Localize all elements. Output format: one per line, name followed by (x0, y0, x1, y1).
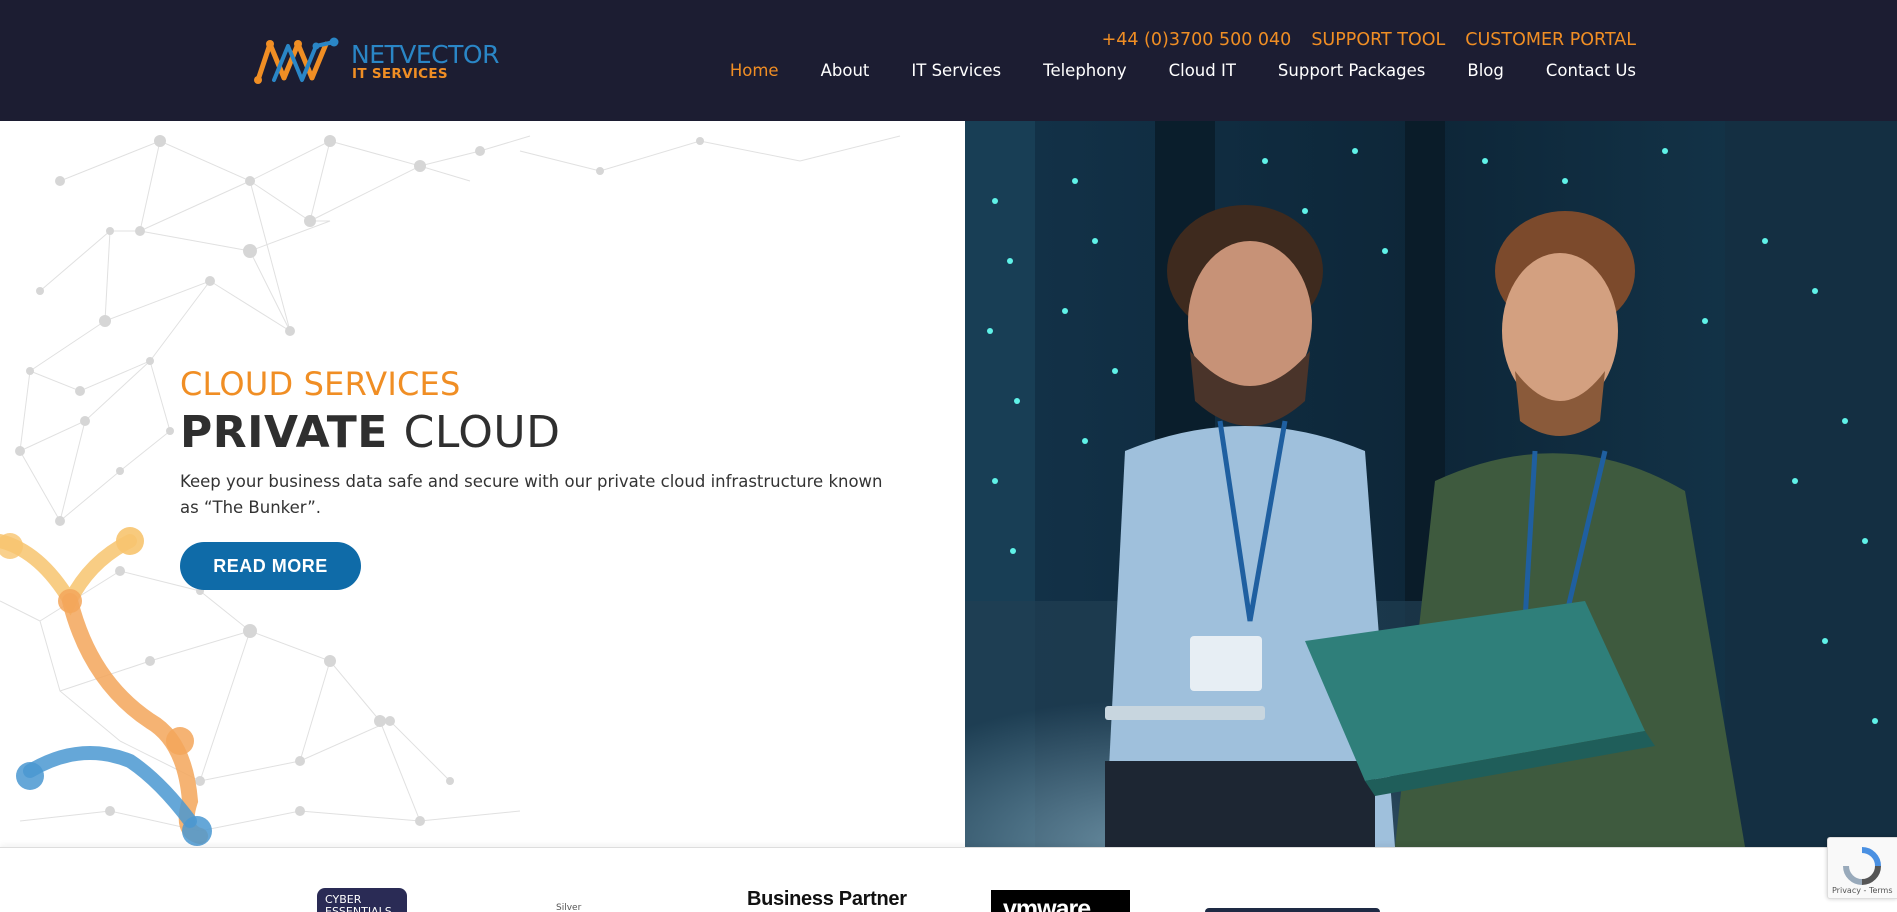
recaptcha-badge[interactable]: Privacy - Terms (1827, 837, 1897, 899)
nav-item-home[interactable]: Home (730, 61, 779, 80)
recaptcha-terms[interactable]: Privacy - Terms (1832, 886, 1893, 895)
read-more-button[interactable]: READ MORE (180, 542, 361, 590)
nav-item-about[interactable]: About (821, 61, 870, 80)
nav-item-support-packages[interactable]: Support Packages (1278, 61, 1425, 80)
hero-text-panel: CLOUD SERVICES PRIVATE CLOUD Keep your b… (0, 121, 965, 847)
vmware-logo: vmware (991, 890, 1130, 912)
cyber-essentials-badge: CYBER ESSENTIALS (317, 888, 407, 912)
site-header: NETVECTOR IT SERVICES +44 (0)3700 500 04… (0, 0, 1897, 121)
logo-subtitle: IT SERVICES (352, 66, 448, 82)
top-links: +44 (0)3700 500 040 SUPPORT TOOL CUSTOME… (1102, 30, 1636, 50)
business-partner-logo: Business Partner (747, 888, 907, 910)
recaptcha-icon (1843, 847, 1881, 885)
logo-name: NETVECTOR (351, 40, 499, 69)
nav-item-blog[interactable]: Blog (1467, 61, 1503, 80)
site-logo[interactable]: NETVECTOR IT SERVICES (254, 36, 504, 86)
hero-eyebrow: CLOUD SERVICES (180, 365, 461, 403)
nav-item-cloud-it[interactable]: Cloud IT (1169, 61, 1236, 80)
decorative-molecule-graphic (0, 527, 212, 846)
hero-headline: PRIVATE CLOUD (180, 407, 561, 458)
nav-item-contact-us[interactable]: Contact Us (1546, 61, 1636, 80)
nav-item-it-services[interactable]: IT Services (911, 61, 1001, 80)
nav-item-telephony[interactable]: Telephony (1043, 61, 1126, 80)
main-nav: Home About IT Services Telephony Cloud I… (730, 61, 1636, 80)
hero-photo (965, 121, 1897, 847)
support-tool-link[interactable]: SUPPORT TOOL (1311, 30, 1445, 50)
phone-link[interactable]: +44 (0)3700 500 040 (1102, 30, 1292, 50)
netvector-logo-mark-icon (254, 37, 339, 84)
silver-partner-label: Silver (556, 903, 582, 912)
hero-description: Keep your business data safe and secure … (180, 472, 883, 517)
headline-strong: PRIVATE (180, 407, 388, 458)
server-room-photo (965, 121, 1897, 847)
partner-logo-5 (1205, 908, 1380, 912)
customer-portal-link[interactable]: CUSTOMER PORTAL (1465, 30, 1636, 50)
headline-light: CLOUD (403, 407, 561, 458)
partner-logos-strip: CYBER ESSENTIALS Silver Business Partner… (0, 847, 1897, 912)
